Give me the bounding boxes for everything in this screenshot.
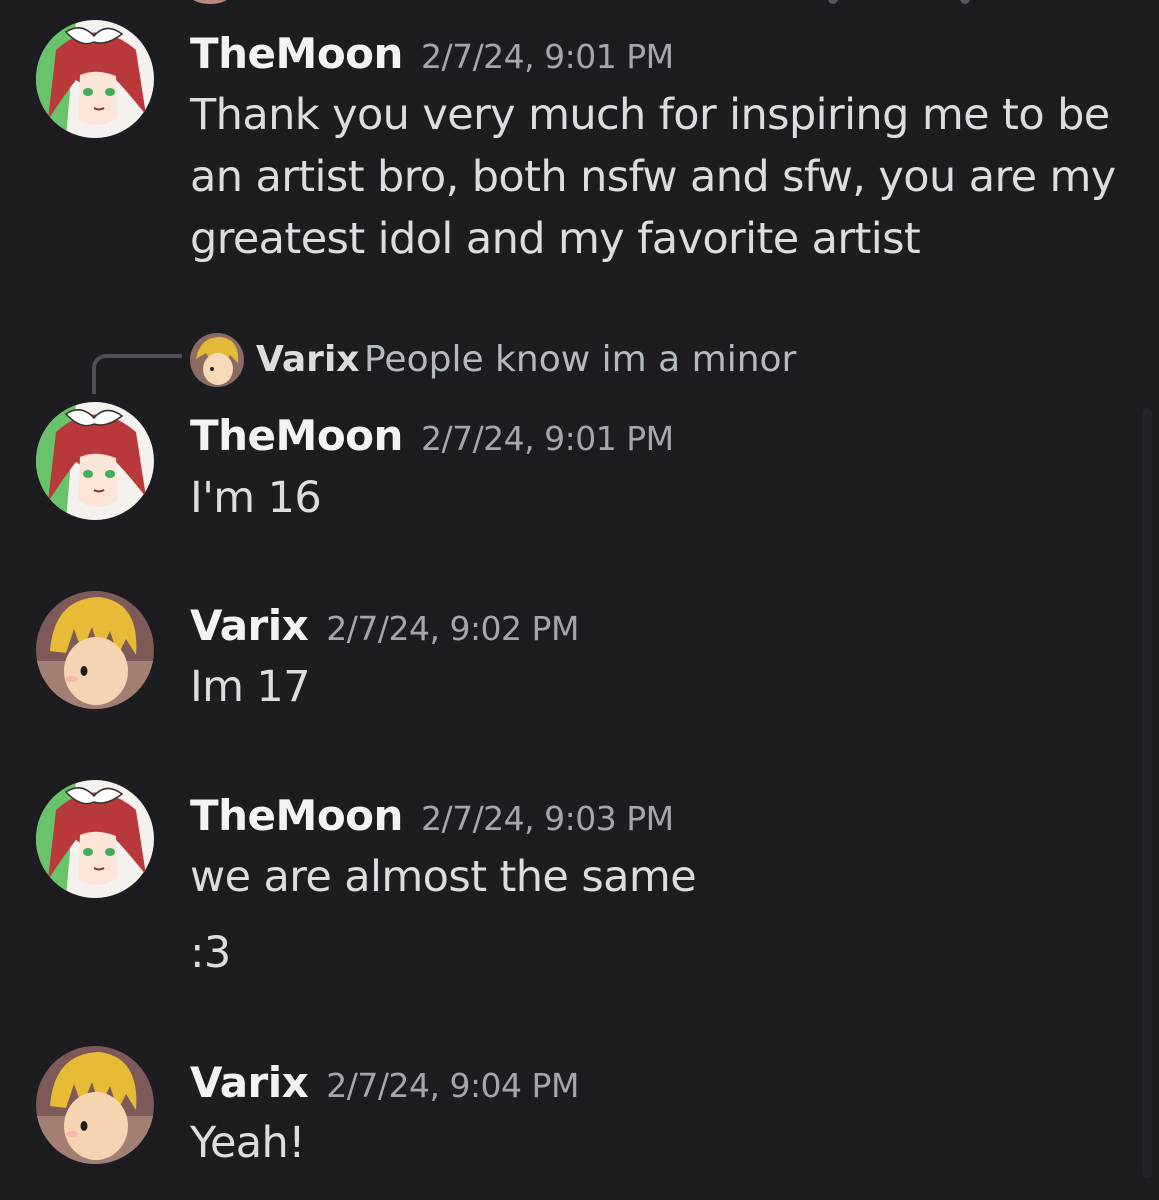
timestamp: 2/7/24, 9:02 PM	[326, 609, 579, 648]
varix-avatar-icon	[36, 591, 154, 709]
chat-log: TheMoon 2/7/24, 9:01 PM Thank you very mu…	[0, 0, 1159, 1200]
themoon-avatar-icon	[36, 20, 154, 138]
message-content: Im 17	[190, 662, 311, 712]
reply-username[interactable]: Varix	[256, 342, 360, 378]
scrollbar[interactable]	[1142, 408, 1152, 1178]
reply-connector	[92, 354, 182, 394]
username[interactable]: TheMoon	[190, 411, 403, 460]
message-content: we are almost the same	[190, 852, 697, 902]
timestamp: 2/7/24, 9:01 PM	[420, 419, 674, 458]
avatar[interactable]	[36, 591, 154, 709]
message-content: :3	[190, 928, 231, 978]
username[interactable]: TheMoon	[190, 791, 403, 840]
avatar[interactable]	[36, 780, 154, 898]
reply-reference[interactable]: Varix People know im a minor	[0, 330, 1140, 394]
avatar[interactable]	[36, 402, 154, 520]
message-content: Yeah!	[190, 1118, 305, 1168]
username[interactable]: Varix	[190, 1058, 309, 1107]
message[interactable]: TheMoon 2/7/24, 9:01 PM Thank you very mu…	[0, 0, 1140, 300]
message[interactable]: Varix 2/7/24, 9:04 PM Yeah!	[0, 1035, 1140, 1185]
username[interactable]: TheMoon	[190, 29, 403, 78]
message-content: I'm 16	[190, 473, 322, 523]
avatar[interactable]	[36, 20, 154, 138]
avatar[interactable]	[36, 1046, 154, 1164]
varix-avatar-icon	[190, 333, 244, 387]
timestamp: 2/7/24, 9:03 PM	[420, 799, 674, 838]
message[interactable]: Varix 2/7/24, 9:02 PM Im 17	[0, 580, 1140, 720]
themoon-avatar-icon	[36, 780, 154, 898]
username[interactable]: Varix	[190, 601, 309, 650]
themoon-avatar-icon	[36, 402, 154, 520]
varix-avatar-icon	[36, 1046, 154, 1164]
message-content: Thank you very much for inspiring me to …	[190, 90, 1116, 264]
message[interactable]: TheMoon 2/7/24, 9:01 PM I'm 16	[0, 390, 1140, 540]
reply-content[interactable]: People know im a minor	[364, 342, 796, 378]
timestamp: 2/7/24, 9:04 PM	[326, 1066, 579, 1105]
timestamp: 2/7/24, 9:01 PM	[420, 37, 674, 76]
message[interactable]: TheMoon 2/7/24, 9:03 PM we are almost the…	[0, 770, 1140, 990]
reply-avatar	[190, 333, 244, 387]
